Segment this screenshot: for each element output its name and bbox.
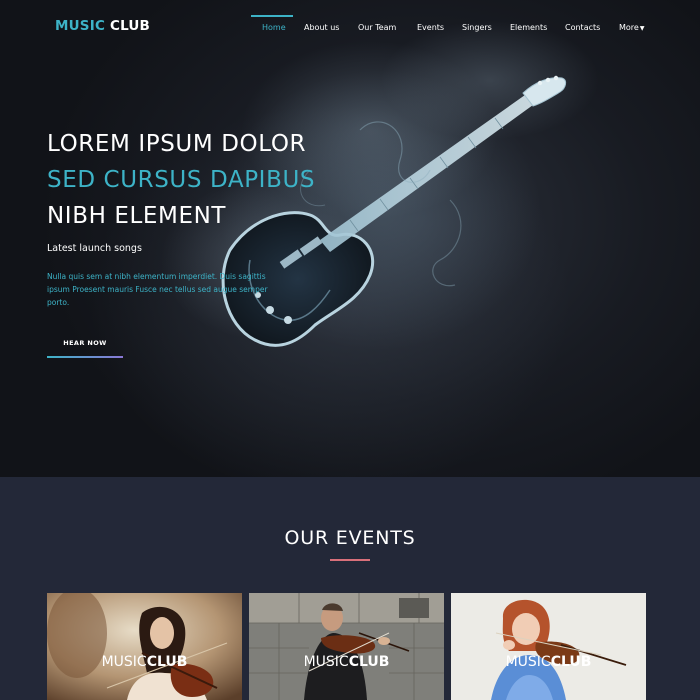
event-card[interactable]: MUSICCLUB	[47, 593, 242, 700]
card-label-club: CLUB	[550, 654, 592, 670]
card-label-club: CLUB	[348, 654, 390, 670]
nav-item-home[interactable]: Home	[262, 23, 286, 32]
event-card-label: MUSICCLUB	[47, 654, 242, 670]
event-card-image	[451, 593, 646, 700]
event-card-image	[47, 593, 242, 700]
nav-item-contacts[interactable]: Contacts	[565, 23, 600, 32]
hear-now-button[interactable]: HEAR NOW	[47, 336, 123, 358]
button-underline	[47, 356, 123, 358]
nav-active-indicator	[251, 15, 293, 17]
nav-item-more-label: More	[619, 23, 639, 32]
card-label-club: CLUB	[146, 654, 188, 670]
hero-heading-line-2: SED CURSUS DAPIBUS	[47, 167, 316, 193]
guitar-image	[221, 75, 567, 347]
event-card-label: MUSICCLUB	[249, 654, 444, 670]
caret-down-icon: ▼	[639, 25, 645, 32]
site-logo[interactable]: MUSIC CLUB	[55, 18, 150, 34]
events-title-divider	[330, 559, 370, 561]
nav-item-elements[interactable]: Elements	[510, 23, 547, 32]
event-card-label: MUSICCLUB	[451, 654, 646, 670]
nav-item-our-team[interactable]: Our Team	[358, 23, 396, 32]
nav-item-about-us[interactable]: About us	[304, 23, 339, 32]
hero-subheading: Latest launch songs	[47, 243, 142, 254]
hero-paragraph: Nulla quis sem at nibh elementum imperdi…	[47, 272, 268, 307]
hero-heading-line-1: LOREM IPSUM DOLOR	[47, 131, 307, 157]
event-card[interactable]: MUSICCLUB	[451, 593, 646, 700]
card-label-music: MUSIC	[303, 654, 349, 670]
nav-item-events[interactable]: Events	[417, 23, 444, 32]
hero-section: MUSIC CLUB Home About us Our Team Events…	[0, 0, 700, 477]
logo-part-music: MUSIC	[55, 18, 106, 34]
hear-now-label: HEAR NOW	[63, 339, 107, 347]
event-card[interactable]: MUSICCLUB	[249, 593, 444, 700]
hero-heading-line-3: NIBH ELEMENT	[47, 203, 227, 229]
card-label-music: MUSIC	[101, 654, 147, 670]
events-section-title: OUR EVENTS	[284, 527, 416, 549]
nav-item-singers[interactable]: Singers	[462, 23, 492, 32]
card-label-music: MUSIC	[505, 654, 551, 670]
logo-part-club: CLUB	[109, 18, 151, 34]
event-card-image	[249, 593, 444, 700]
nav-item-more[interactable]: More▼	[619, 23, 644, 32]
